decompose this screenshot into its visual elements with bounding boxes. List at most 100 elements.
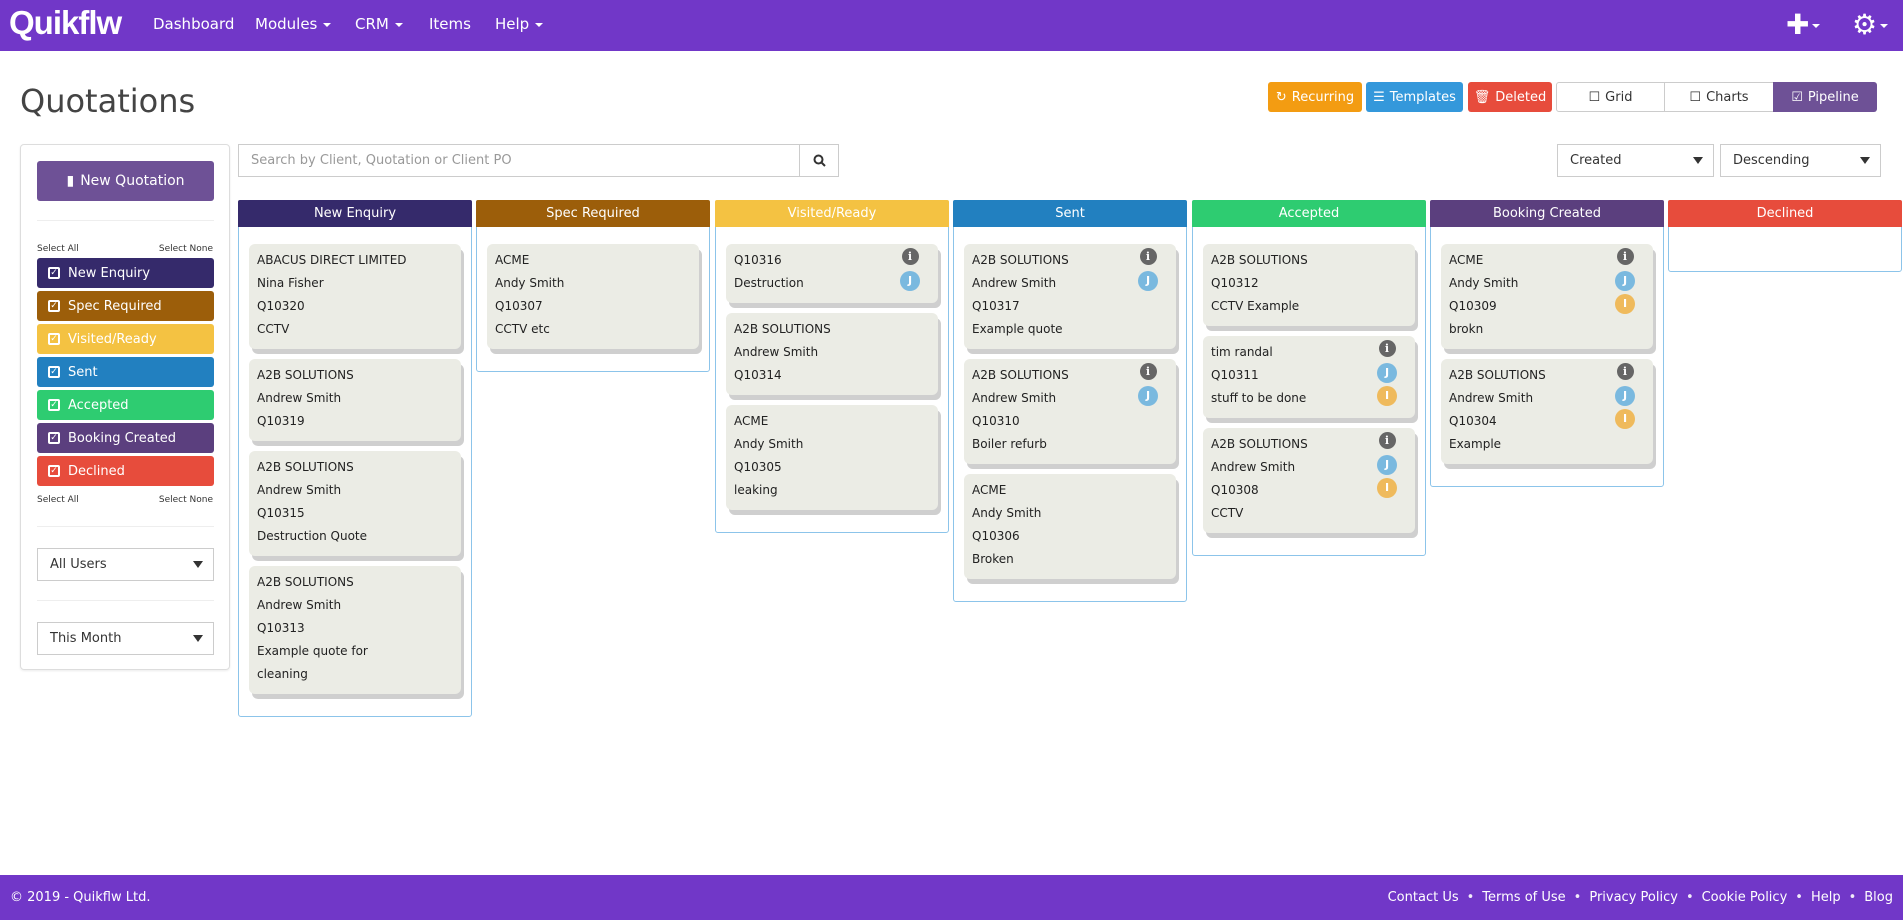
quotation-card[interactable]: Q10316 Destruction i J — [726, 244, 938, 303]
quotation-card[interactable]: A2B SOLUTIONS Andrew Smith Q10304 Example i J… — [1441, 359, 1653, 464]
status-filter-accepted[interactable]: ✓ Accepted — [37, 390, 214, 420]
user-avatar[interactable]: I — [1615, 294, 1635, 314]
info-icon[interactable]: i — [1378, 340, 1396, 357]
status-label: Booking Created — [68, 430, 177, 446]
quotation-card[interactable]: A2B SOLUTIONS Andrew Smith Q10310 Boiler re… — [964, 359, 1176, 464]
card-icons: iJI — [1615, 248, 1635, 314]
select-none-link[interactable]: Select None — [159, 495, 213, 505]
plus-icon[interactable]: ✚ — [1786, 8, 1821, 41]
status-filter-spec-required[interactable]: ✓ Spec Required — [37, 291, 214, 321]
info-icon[interactable]: i — [1616, 248, 1634, 265]
quotation-card[interactable]: A2B SOLUTIONS Andrew Smith Q10319 — [249, 359, 461, 441]
sort-field-value: Created — [1570, 153, 1622, 168]
footer-link-terms-of-use[interactable]: Terms of Use — [1482, 890, 1565, 905]
status-filter-declined[interactable]: ✓ Declined — [37, 456, 214, 486]
card-line: Andy Smith — [972, 506, 1042, 520]
select-all-link[interactable]: Select All — [37, 244, 79, 254]
user-avatar[interactable]: J — [1138, 271, 1158, 291]
user-avatar[interactable]: I — [1377, 478, 1397, 498]
sort-field-select[interactable]: Created — [1557, 144, 1714, 177]
select-none-link[interactable]: Select None — [159, 244, 213, 254]
user-avatar[interactable]: J — [900, 271, 920, 291]
user-avatar[interactable]: J — [1377, 363, 1397, 383]
card-line: Q10319 — [257, 414, 305, 428]
footer-link-cookie-policy[interactable]: Cookie Policy — [1702, 890, 1788, 905]
quotation-card[interactable]: ACME Andy Smith Q10307 CCTV etc — [487, 244, 699, 349]
pipeline-column-declined: Declined — [1668, 200, 1902, 272]
card-line: Q10305 — [734, 460, 782, 474]
search-button[interactable] — [799, 145, 838, 176]
filter-sidebar: ▮ New Quotation Select All Select None ✓ N… — [20, 144, 230, 670]
page-title: Quotations — [20, 82, 196, 120]
gear-icon[interactable]: ⚙ — [1852, 8, 1889, 41]
user-avatar[interactable]: I — [1615, 409, 1635, 429]
nav-items[interactable]: Items — [429, 15, 471, 33]
status-filter-booking-created[interactable]: ✓ Booking Created — [37, 423, 214, 453]
date-filter-select[interactable]: This Month — [37, 622, 214, 655]
sort-order-select[interactable]: Descending — [1720, 144, 1881, 177]
check-square-icon: ☑ — [1791, 89, 1803, 105]
card-line: CCTV — [257, 322, 290, 336]
info-icon[interactable]: i — [1139, 363, 1157, 380]
divider — [37, 600, 214, 601]
pipeline-column-visited-ready: Visited/Ready Q10316 Destruction i J A2B SOLU… — [715, 200, 949, 533]
info-icon[interactable]: i — [1378, 432, 1396, 449]
nav-dashboard[interactable]: Dashboard — [153, 15, 234, 33]
quotation-card[interactable]: A2B SOLUTIONS Andrew Smith Q10315 Destructi… — [249, 451, 461, 556]
footer-link-contact-us[interactable]: Contact Us — [1388, 890, 1459, 905]
status-filter-new-enquiry[interactable]: ✓ New Enquiry — [37, 258, 214, 288]
quotation-card[interactable]: A2B SOLUTIONS Andrew Smith Q10314 — [726, 313, 938, 395]
card-line: Q10317 — [972, 299, 1020, 313]
footer-link-privacy-policy[interactable]: Privacy Policy — [1589, 890, 1678, 905]
quotation-card[interactable]: ACME Andy Smith Q10305 leaking — [726, 405, 938, 510]
search-input[interactable] — [239, 145, 799, 176]
quotation-card[interactable]: tim randal Q10311 stuff to be done i J I — [1203, 336, 1415, 418]
quotation-card[interactable]: A2B SOLUTIONS Andrew Smith Q10317 Example q… — [964, 244, 1176, 349]
card-line: A2B SOLUTIONS — [734, 322, 831, 336]
user-avatar[interactable]: J — [1138, 386, 1158, 406]
card-line: Andrew Smith — [257, 483, 342, 497]
quotation-card[interactable]: ACME Andy Smith Q10309 brokn i J I — [1441, 244, 1653, 349]
new-quotation-button[interactable]: ▮ New Quotation — [37, 161, 214, 201]
card-line: ABACUS DIRECT LIMITED — [257, 253, 407, 267]
status-label: Sent — [68, 364, 98, 380]
card-line: CCTV — [1211, 506, 1244, 520]
quotation-card[interactable]: ACME Andy Smith Q10306 Broken — [964, 474, 1176, 579]
card-line: Q10312 — [1211, 276, 1259, 290]
logo[interactable]: Quikflw — [9, 4, 122, 42]
footer-link-blog[interactable]: Blog — [1864, 890, 1893, 905]
pipeline-label: Pipeline — [1807, 89, 1859, 105]
info-icon[interactable]: i — [1139, 248, 1157, 265]
card-line: CCTV Example — [1211, 299, 1300, 313]
grid-label: Grid — [1605, 89, 1633, 105]
card-line: Q10315 — [257, 506, 305, 520]
charts-view-button[interactable]: ☐ Charts — [1664, 82, 1774, 112]
user-avatar[interactable]: J — [1615, 386, 1635, 406]
nav-help[interactable]: Help — [495, 15, 544, 33]
templates-label: Templates — [1389, 89, 1456, 105]
footer-link-help[interactable]: Help — [1811, 890, 1841, 905]
quotation-card[interactable]: A2B SOLUTIONS Andrew Smith Q10313 Example q… — [249, 566, 461, 694]
deleted-button[interactable]: 🗑 Deleted — [1468, 82, 1552, 112]
quotation-card[interactable]: A2B SOLUTIONS Andrew Smith Q10308 CCTV i J I — [1203, 428, 1415, 533]
status-filter-sent[interactable]: ✓ Sent — [37, 357, 214, 387]
nav-modules[interactable]: Modules — [255, 15, 332, 33]
user-avatar[interactable]: J — [1377, 455, 1397, 475]
pipeline-view-button[interactable]: ☑ Pipeline — [1773, 82, 1877, 112]
select-all-link[interactable]: Select All — [37, 495, 79, 505]
card-icons: iJ — [900, 248, 920, 291]
status-filter-visited-ready[interactable]: ✓ Visited/Ready — [37, 324, 214, 354]
info-icon[interactable]: i — [901, 248, 919, 265]
users-filter-select[interactable]: All Users — [37, 548, 214, 581]
info-icon[interactable]: i — [1616, 363, 1634, 380]
grid-view-button[interactable]: ☐ Grid — [1556, 82, 1665, 112]
user-avatar[interactable]: J — [1615, 271, 1635, 291]
templates-button[interactable]: ☰ Templates — [1366, 82, 1463, 112]
quotation-card[interactable]: A2B SOLUTIONS Q10312 CCTV Example — [1203, 244, 1415, 326]
recurring-button[interactable]: ↻ Recurring — [1268, 82, 1362, 112]
user-avatar[interactable]: I — [1377, 386, 1397, 406]
divider — [37, 220, 214, 221]
quotation-card[interactable]: ABACUS DIRECT LIMITED Nina Fisher Q10320 CC… — [249, 244, 461, 349]
nav-crm[interactable]: CRM — [355, 15, 403, 33]
card-line: leaking — [734, 483, 778, 497]
